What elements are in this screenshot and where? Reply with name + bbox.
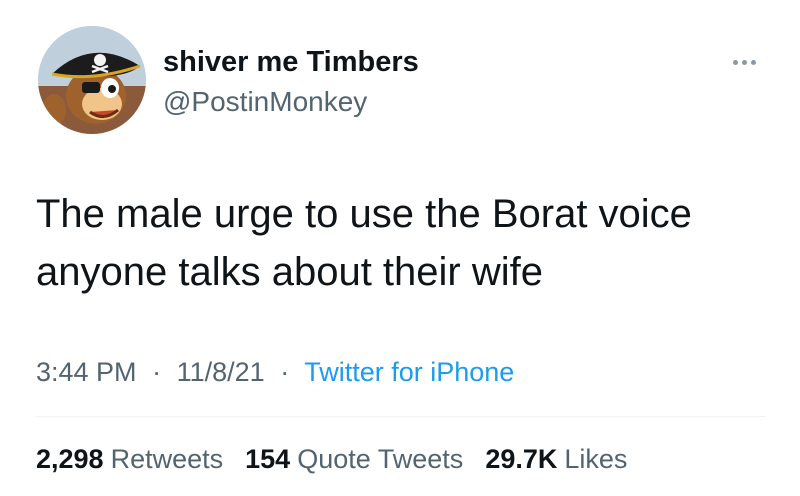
tweet-stats: 2,298 Retweets 154 Quote Tweets 29.7K Likes [36,441,649,477]
likes-count: 29.7K [485,444,558,474]
avatar[interactable] [38,26,146,134]
quote-tweets-label: Quote Tweets [297,444,464,474]
likes-stat[interactable]: 29.7K Likes [485,441,627,477]
author-handle[interactable]: @PostinMonkey [163,84,367,120]
meta-separator: · [280,357,290,387]
tweet-time[interactable]: 3:44 PM [36,357,137,387]
likes-label: Likes [564,444,628,474]
more-options-button[interactable] [722,50,766,74]
divider [36,416,766,417]
tweet-metadata: 3:44 PM · 11/8/21 · Twitter for iPhone [36,354,514,390]
tweet-card: shiver me Timbers @PostinMonkey The male… [0,0,800,496]
retweets-count: 2,298 [36,444,104,474]
meta-separator: · [152,357,162,387]
tweet-date[interactable]: 11/8/21 [177,357,265,387]
pirate-monkey-avatar-icon [38,26,146,134]
more-dot-icon [750,59,756,65]
quote-tweets-count: 154 [245,444,291,474]
quote-tweets-stat[interactable]: 154 Quote Tweets [245,441,463,477]
retweets-stat[interactable]: 2,298 Retweets [36,441,223,477]
more-dot-icon [741,59,747,65]
tweet-text: The male urge to use the Borat voice any… [36,192,692,294]
author-display-name[interactable]: shiver me Timbers [163,44,419,80]
tweet-source-link[interactable]: Twitter for iPhone [304,357,514,387]
more-dot-icon [732,59,738,65]
retweets-label: Retweets [110,444,224,474]
